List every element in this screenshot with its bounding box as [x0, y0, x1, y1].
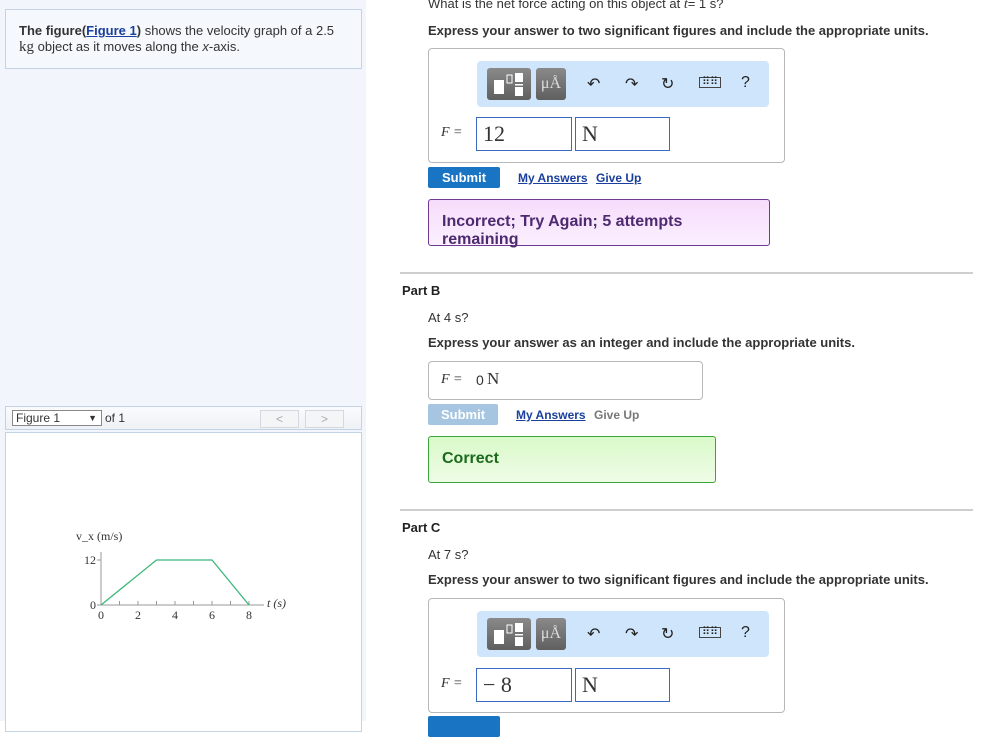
figure-link[interactable]: Figure 1	[86, 23, 137, 38]
partA-instruction: Express your answer to two significant f…	[428, 23, 929, 38]
y-axis-label: v_x (m/s)	[76, 529, 123, 543]
x-tick-label: 8	[246, 608, 252, 622]
units-button[interactable]: μÅ	[536, 68, 566, 100]
f-label: F =	[441, 372, 463, 387]
partA-give-up-link[interactable]: Give Up	[596, 171, 641, 185]
figure-nav: Figure 1 ▼ of 1 < >	[5, 406, 362, 430]
y-tick-label: 12	[84, 553, 96, 567]
value-input[interactable]: − 8	[476, 668, 572, 702]
keyboard-icon[interactable]: ⠿⠿	[699, 77, 722, 88]
x-tick-label: 6	[209, 608, 215, 622]
partC-answer-box: μÅ ↶ ↷ ↻ ⠿⠿ ? F = − 8 N	[428, 598, 785, 713]
problem-text-2: object as it moves along the	[34, 39, 203, 54]
partB-give-up-disabled: Give Up	[594, 408, 640, 422]
partC-instruction: Express your answer to two significant f…	[428, 572, 929, 587]
partB-instruction: Express your answer as an integer and in…	[428, 335, 855, 350]
x-axis-label: t (s)	[267, 596, 286, 610]
problem-text-3: -axis.	[208, 39, 240, 54]
correct-feedback: Correct	[428, 436, 716, 483]
partC-question: At 7 s?	[428, 547, 469, 562]
problem-lead: The figure(	[19, 23, 87, 38]
reset-icon[interactable]: ↻	[661, 624, 674, 644]
divider	[400, 509, 973, 511]
figure-area: 0 2 4 6 8 0 12 t (s) v_x (m/s)	[5, 432, 362, 732]
figure-select[interactable]: Figure 1 ▼	[12, 410, 102, 426]
problem-statement: The figure(Figure 1) shows the velocity …	[5, 9, 362, 69]
f-label: F =	[441, 676, 463, 691]
next-figure-button[interactable]: >	[305, 410, 344, 428]
velocity-line	[100, 559, 250, 606]
redo-icon[interactable]: ↷	[625, 74, 638, 94]
partC-submit-button[interactable]	[428, 716, 500, 737]
unit-kg: kg	[19, 39, 34, 55]
redo-icon[interactable]: ↷	[625, 624, 638, 644]
partA-my-answers-link[interactable]: My Answers	[518, 171, 588, 185]
partA-question: What is the net force acting on this obj…	[428, 0, 724, 12]
y-tick-label: 0	[90, 598, 96, 612]
help-icon[interactable]: ?	[741, 74, 750, 92]
keyboard-icon[interactable]: ⠿⠿	[699, 627, 722, 638]
undo-icon[interactable]: ↶	[587, 74, 600, 94]
x-tick-label: 0	[98, 608, 104, 622]
answer-value: 0	[476, 372, 484, 388]
partB-submit-button: Submit	[428, 404, 498, 425]
partB-answer-box: F = 0 N	[428, 361, 703, 400]
help-icon[interactable]: ?	[741, 624, 750, 642]
partB-title: Part B	[402, 283, 441, 298]
answer-units: N	[487, 369, 500, 388]
prev-figure-button[interactable]: <	[260, 410, 299, 428]
templates-icon[interactable]	[487, 618, 531, 650]
problem-text: shows the velocity graph of a 2.5	[141, 23, 335, 38]
left-panel: The figure(Figure 1) shows the velocity …	[0, 0, 366, 732]
reset-icon[interactable]: ↻	[661, 74, 674, 94]
undo-icon[interactable]: ↶	[587, 624, 600, 644]
dropdown-arrow-icon: ▼	[88, 413, 97, 423]
figure-select-value: Figure 1	[16, 411, 61, 425]
partB-my-answers-link[interactable]: My Answers	[516, 408, 586, 422]
units-input[interactable]: N	[575, 117, 670, 151]
velocity-graph: 0 2 4 6 8 0 12 t (s)	[84, 552, 286, 622]
divider	[400, 272, 973, 274]
templates-icon[interactable]	[487, 68, 531, 100]
figure-count: of 1	[105, 411, 126, 425]
partA-answer-box: μÅ ↶ ↷ ↻ ⠿⠿ ? F = 12 N	[428, 48, 785, 163]
value-input[interactable]: 12	[476, 117, 572, 151]
partC-title: Part C	[402, 520, 441, 535]
incorrect-feedback: Incorrect; Try Again; 5 attempts remaini…	[428, 199, 770, 248]
x-tick-label: 2	[135, 608, 141, 622]
units-input[interactable]: N	[575, 668, 670, 702]
f-label: F =	[441, 125, 463, 140]
partB-question: At 4 s?	[428, 310, 469, 325]
partA-submit-button[interactable]: Submit	[428, 167, 500, 188]
x-tick-label: 4	[172, 608, 178, 622]
math-toolbar: μÅ ↶ ↷ ↻ ⠿⠿ ?	[477, 611, 769, 657]
units-button[interactable]: μÅ	[536, 618, 566, 650]
math-toolbar: μÅ ↶ ↷ ↻ ⠿⠿ ?	[477, 61, 769, 107]
